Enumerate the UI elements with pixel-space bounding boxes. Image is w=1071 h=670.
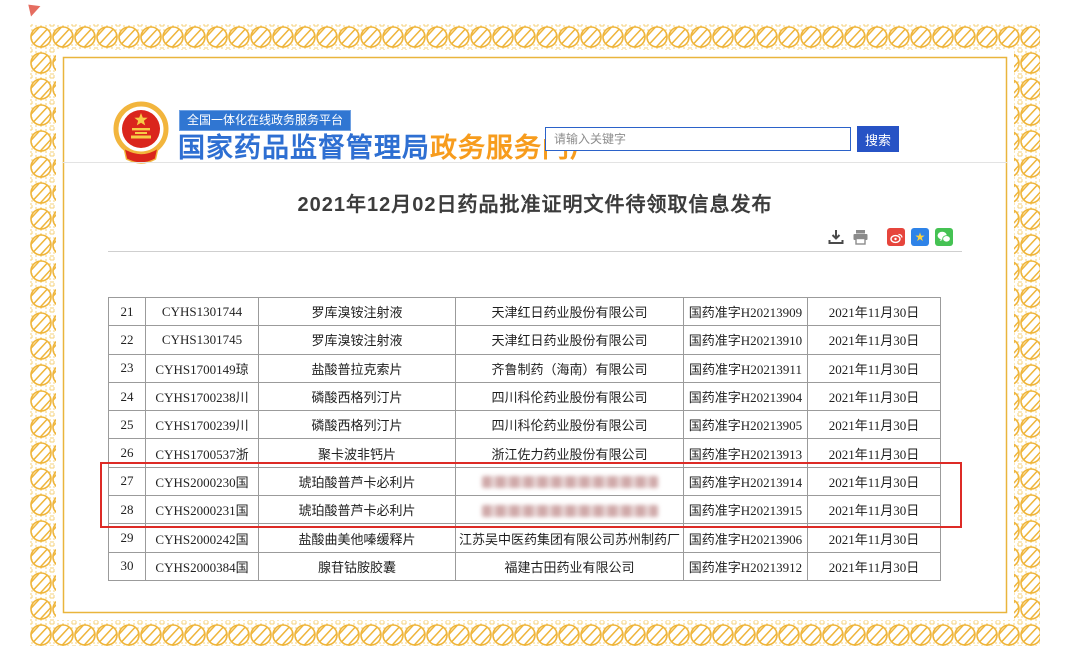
cell-row-number: 29 [109,524,146,552]
cell-company-name: 天津红日药业股份有限公司 [456,298,684,326]
cell-approval-number: 国药准字H20213914 [684,467,808,495]
cell-company-name: 天津红日药业股份有限公司 [456,326,684,354]
print-icon[interactable] [851,228,869,246]
table-row: 24 CYHS1700238川 磷酸西格列汀片 四川科伦药业股份有限公司 国药准… [109,382,941,410]
search-button[interactable]: 搜索 [857,126,899,152]
redacted-company-blur [482,476,658,488]
cell-drug-name: 琥珀酸普芦卡必利片 [259,496,456,524]
wechat-share-icon[interactable] [935,228,953,246]
cell-date: 2021年11月30日 [808,411,941,439]
cell-acceptance-code: CYHS2000230国 [146,467,259,495]
cell-company-name: 四川科伦药业股份有限公司 [456,411,684,439]
site-title: 国家药品监督管理局政务服务门户 [178,126,598,165]
cell-acceptance-code: CYHS1700149琼 [146,354,259,382]
cell-company-name: 浙江佐力药业股份有限公司 [456,439,684,467]
approval-table: 21 CYHS1301744 罗库溴铵注射液 天津红日药业股份有限公司 国药准字… [108,297,941,581]
cell-row-number: 26 [109,439,146,467]
cell-acceptance-code: CYHS2000231国 [146,496,259,524]
cell-company-name [456,467,684,495]
portal-page: 全国一体化在线政务服务平台 国家药品监督管理局政务服务门户 搜索 2021年12… [0,0,1071,670]
cell-acceptance-code: CYHS1301744 [146,298,259,326]
table-row: 23 CYHS1700149琼 盐酸普拉克索片 齐鲁制药（海南）有限公司 国药准… [109,354,941,382]
cell-company-name: 福建古田药业有限公司 [456,552,684,580]
cell-drug-name: 琥珀酸普芦卡必利片 [259,467,456,495]
cell-company-name [456,496,684,524]
cell-date: 2021年11月30日 [808,439,941,467]
cell-drug-name: 罗库溴铵注射液 [259,326,456,354]
search-bar: 搜索 [545,126,899,152]
cell-company-name: 四川科伦药业股份有限公司 [456,382,684,410]
cell-approval-number: 国药准字H20213913 [684,439,808,467]
cell-approval-number: 国药准字H20213912 [684,552,808,580]
cell-acceptance-code: CYHS1700537浙 [146,439,259,467]
corner-red-mark [24,0,41,17]
cell-acceptance-code: CYHS2000384国 [146,552,259,580]
cell-approval-number: 国药准字H20213905 [684,411,808,439]
table-row: 30 CYHS2000384国 腺苷钴胺胶囊 福建古田药业有限公司 国药准字H2… [109,552,941,580]
site-name: 国家药品监督管理局 [178,133,430,163]
search-input[interactable] [545,127,851,151]
cell-drug-name: 盐酸曲美他嗪缓释片 [259,524,456,552]
cell-date: 2021年11月30日 [808,382,941,410]
cell-date: 2021年11月30日 [808,552,941,580]
cell-drug-name: 腺苷钴胺胶囊 [259,552,456,580]
toolbar-divider [108,251,962,252]
cell-approval-number: 国药准字H20213910 [684,326,808,354]
cell-approval-number: 国药准字H20213906 [684,524,808,552]
page-title: 2021年12月02日药品批准证明文件待领取信息发布 [63,188,1007,217]
cell-drug-name: 聚卡波非钙片 [259,439,456,467]
cell-row-number: 25 [109,411,146,439]
qzone-share-icon[interactable]: ★ [911,228,929,246]
cell-company-name: 江苏吴中医药集团有限公司苏州制药厂 [456,524,684,552]
table-row: 29 CYHS2000242国 盐酸曲美他嗪缓释片 江苏吴中医药集团有限公司苏州… [109,524,941,552]
cell-acceptance-code: CYHS1700238川 [146,382,259,410]
cell-row-number: 22 [109,326,146,354]
header-divider [63,162,1007,163]
cell-row-number: 21 [109,298,146,326]
table-row: 26 CYHS1700537浙 聚卡波非钙片 浙江佐力药业股份有限公司 国药准字… [109,439,941,467]
cell-approval-number: 国药准字H20213904 [684,382,808,410]
table-row: 28 CYHS2000231国 琥珀酸普芦卡必利片 国药准字H20213915 … [109,496,941,524]
table-row: 22 CYHS1301745 罗库溴铵注射液 天津红日药业股份有限公司 国药准字… [109,326,941,354]
cell-date: 2021年11月30日 [808,298,941,326]
cell-row-number: 28 [109,496,146,524]
cell-drug-name: 磷酸西格列汀片 [259,382,456,410]
cell-row-number: 24 [109,382,146,410]
cell-acceptance-code: CYHS1301745 [146,326,259,354]
cell-row-number: 23 [109,354,146,382]
cell-row-number: 30 [109,552,146,580]
cell-drug-name: 盐酸普拉克索片 [259,354,456,382]
cell-date: 2021年11月30日 [808,354,941,382]
cell-acceptance-code: CYHS2000242国 [146,524,259,552]
cell-company-name: 齐鲁制药（海南）有限公司 [456,354,684,382]
download-icon[interactable] [827,228,845,246]
table-row: 21 CYHS1301744 罗库溴铵注射液 天津红日药业股份有限公司 国药准字… [109,298,941,326]
cell-approval-number: 国药准字H20213909 [684,298,808,326]
cell-approval-number: 国药准字H20213915 [684,496,808,524]
weibo-share-icon[interactable] [887,228,905,246]
cell-acceptance-code: CYHS1700239川 [146,411,259,439]
cell-approval-number: 国药准字H20213911 [684,354,808,382]
table-row: 25 CYHS1700239川 磷酸西格列汀片 四川科伦药业股份有限公司 国药准… [109,411,941,439]
cell-date: 2021年11月30日 [808,524,941,552]
cell-date: 2021年11月30日 [808,496,941,524]
share-toolbar: ★ [827,228,953,246]
cell-row-number: 27 [109,467,146,495]
cell-date: 2021年11月30日 [808,467,941,495]
national-emblem-logo [111,101,171,165]
table-row: 27 CYHS2000230国 琥珀酸普芦卡必利片 国药准字H20213914 … [109,467,941,495]
cell-drug-name: 罗库溴铵注射液 [259,298,456,326]
cell-date: 2021年11月30日 [808,326,941,354]
redacted-company-blur [482,505,658,517]
cell-drug-name: 磷酸西格列汀片 [259,411,456,439]
